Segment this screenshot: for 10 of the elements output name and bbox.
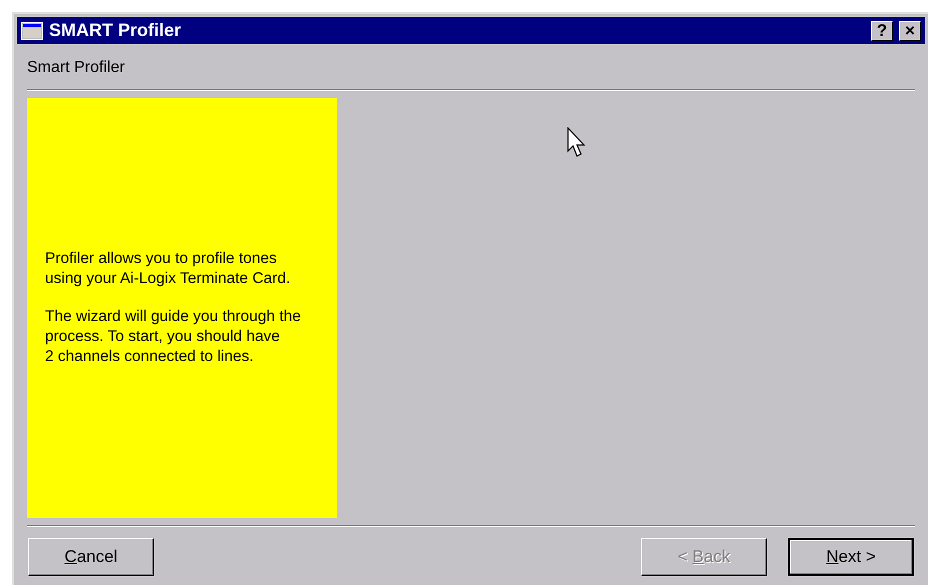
info-text: The wizard will guide you through the process. To start, you should have 2 channels connected to lines.	[45, 307, 302, 367]
page-heading: Smart Profiler	[27, 59, 125, 76]
help-button[interactable]: ?	[871, 20, 893, 40]
mouse-pointer-icon	[567, 127, 587, 159]
info-text: Profiler allows you to profile tones using your Ai-Logix Terminate Card.	[45, 249, 292, 289]
cancel-button[interactable]: Cancel	[28, 538, 154, 576]
window-title: SMART Profiler	[49, 19, 182, 42]
window-icon	[21, 22, 43, 40]
next-button[interactable]: Next >	[788, 538, 914, 576]
close-button[interactable]: ×	[899, 20, 921, 40]
